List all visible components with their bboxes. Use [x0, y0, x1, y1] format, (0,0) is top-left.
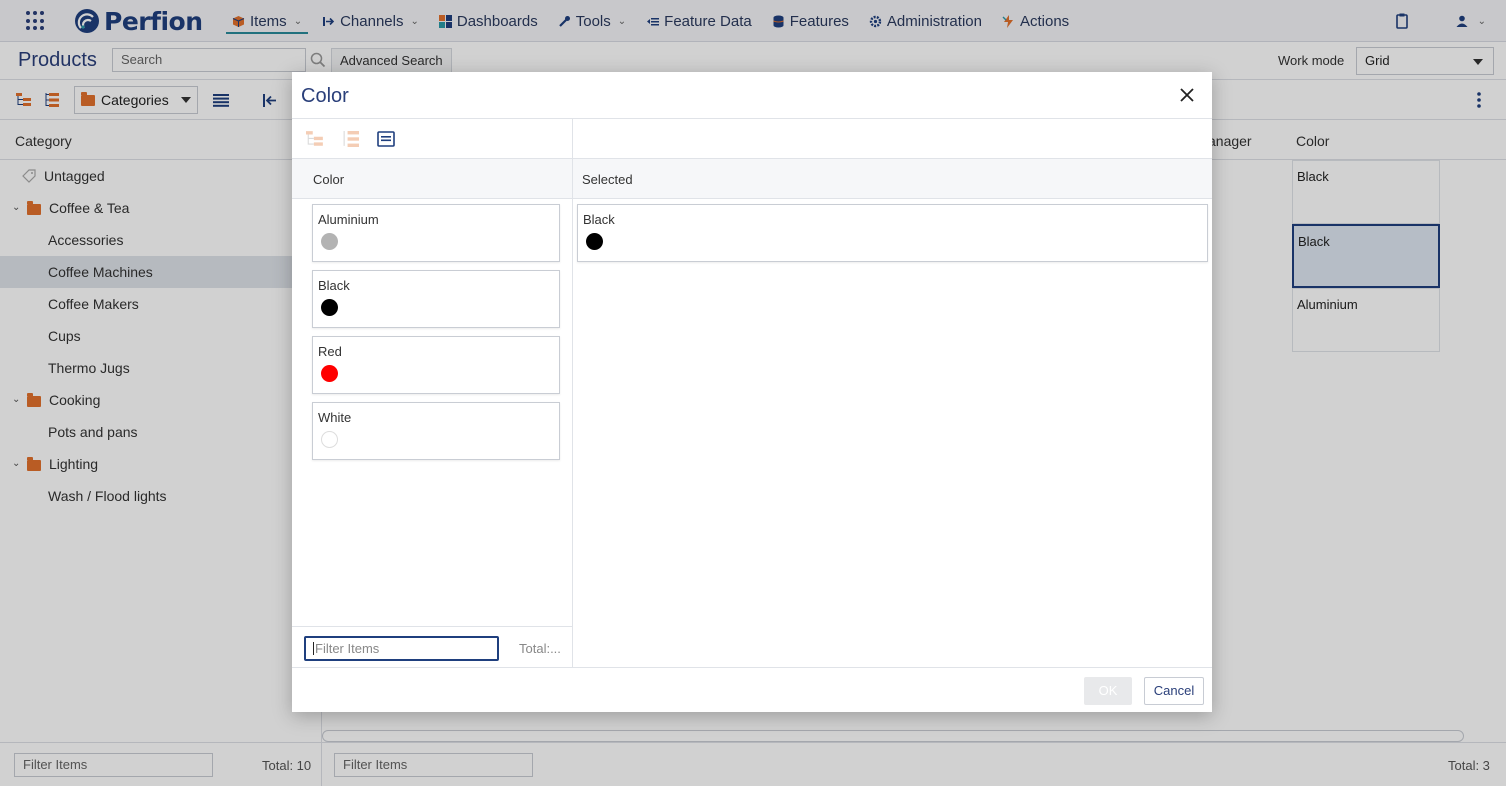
- selected-column-header: Selected: [573, 159, 1212, 199]
- view-toggle-bar: [292, 119, 573, 159]
- close-icon[interactable]: [1178, 86, 1196, 104]
- text-cursor: [313, 642, 314, 655]
- color-card-white[interactable]: White: [312, 402, 560, 460]
- selected-card-black[interactable]: Black: [577, 204, 1208, 262]
- dialog-filter-placeholder: Filter Items: [315, 641, 380, 656]
- selected-toolbar: [573, 119, 1212, 159]
- color-card-black[interactable]: Black: [312, 270, 560, 328]
- ok-button[interactable]: OK: [1084, 677, 1132, 705]
- available-column-header: Color: [292, 159, 572, 199]
- color-swatch: [586, 233, 603, 250]
- dialog-left-footer: Filter Items Total:...: [292, 626, 573, 667]
- dialog-footer: OK Cancel: [292, 667, 1212, 712]
- color-card-label: Black: [318, 278, 350, 293]
- selected-colors-panel: Selected Black: [573, 119, 1212, 667]
- color-card-label: White: [318, 410, 352, 425]
- dialog-title: Color: [301, 85, 349, 107]
- cancel-button[interactable]: Cancel: [1144, 677, 1204, 705]
- color-card-red[interactable]: Red: [312, 336, 560, 394]
- color-card-label: Red: [318, 344, 342, 359]
- color-card-aluminium[interactable]: Aluminium: [312, 204, 560, 262]
- tree-view-icon[interactable]: [306, 131, 324, 147]
- available-colors-panel: Color Aluminium Black Red White Filter I…: [292, 119, 573, 667]
- card-view-icon[interactable]: [377, 131, 395, 147]
- color-swatch: [321, 299, 338, 316]
- dialog-total: Total:...: [519, 641, 561, 656]
- dialog-filter-input[interactable]: Filter Items: [304, 636, 499, 661]
- color-card-label: Aluminium: [318, 212, 379, 227]
- color-swatch: [321, 431, 338, 448]
- dialog-titlebar: Color: [292, 72, 1212, 119]
- color-dialog: Color Color Aluminium Black Red White Fi…: [292, 72, 1212, 712]
- color-swatch: [321, 365, 338, 382]
- flat-tree-icon[interactable]: [342, 131, 360, 147]
- color-swatch: [321, 233, 338, 250]
- selected-card-label: Black: [583, 212, 615, 227]
